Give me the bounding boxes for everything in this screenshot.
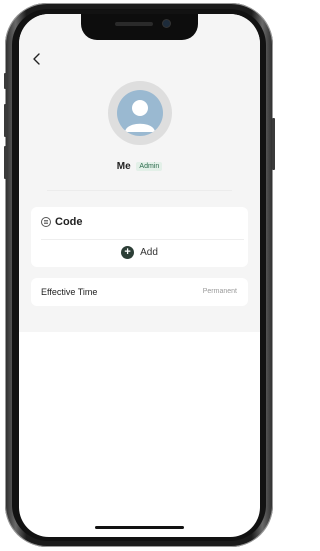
user-name: Me <box>116 161 131 172</box>
plus-icon: + <box>121 245 135 259</box>
code-icon <box>41 217 51 227</box>
avatar-ring <box>108 81 172 145</box>
divider <box>47 190 232 191</box>
code-header: Code <box>41 216 83 228</box>
notch <box>81 14 198 40</box>
camera-icon <box>163 20 170 27</box>
speaker-grille <box>115 22 153 26</box>
effective-time-label: Effective Time <box>41 287 98 297</box>
code-title: Code <box>55 216 83 228</box>
app-screen: Me Admin Code + Add Effective Time Perma… <box>19 14 260 537</box>
volume-down-button <box>4 146 7 179</box>
power-button <box>272 118 275 170</box>
user-avatar-icon[interactable] <box>117 90 163 136</box>
effective-time-row[interactable]: Effective Time Permanent <box>31 278 248 306</box>
code-card: Code + Add <box>31 207 248 267</box>
chevron-left-icon[interactable] <box>30 52 44 66</box>
volume-up-button <box>4 104 7 137</box>
mute-switch <box>4 73 7 89</box>
add-code-button[interactable]: + Add <box>31 243 248 261</box>
home-indicator[interactable] <box>95 526 184 529</box>
role-badge: Admin <box>136 162 163 171</box>
profile-name-row: Me Admin <box>19 161 260 172</box>
add-label: Add <box>140 246 158 258</box>
effective-time-value: Permanent <box>202 288 237 295</box>
code-divider <box>41 239 244 240</box>
content-area: Me Admin Code + Add Effective Time Perma… <box>19 14 260 332</box>
